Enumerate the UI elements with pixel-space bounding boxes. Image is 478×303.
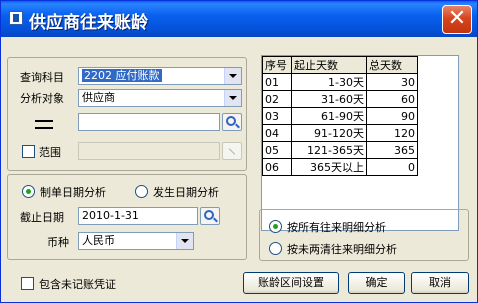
range-checkbox[interactable] <box>22 145 35 158</box>
range-input <box>78 142 220 160</box>
search-icon <box>226 116 236 126</box>
uncleared-detail-label: 按未两清往来明细分析 <box>287 243 397 256</box>
row-seq: 04 <box>262 124 292 142</box>
row-range[interactable]: 1-30天 <box>291 73 367 91</box>
dialog-window: 供应商往来账龄 ✕ 查询科目 2202 应付账款 分析对象 供应商 范围 制单日… <box>0 0 478 303</box>
subject-value: 2202 应付账款 <box>82 69 162 82</box>
row-days[interactable]: 30 <box>366 73 418 91</box>
query-group: 查询科目 2202 应付账款 分析对象 供应商 范围 <box>7 57 247 171</box>
row-seq: 02 <box>262 90 292 108</box>
col-header-days[interactable]: 总天数 <box>366 56 418 74</box>
aging-table: 序号 起止天数 总天数 01 1-30天 30 02 31-60天 60 03 … <box>262 56 418 176</box>
col-header-range[interactable]: 起止天数 <box>291 56 367 74</box>
analysis-group: 制单日期分析 发生日期分析 截止日期 2010-1-31 币种 人民币 <box>7 174 247 260</box>
row-range[interactable]: 61-90天 <box>291 107 367 125</box>
row-days[interactable]: 365 <box>366 141 418 159</box>
row-days[interactable]: 60 <box>366 90 418 108</box>
detail-mode-group: 按所有往来明细分析 按未两清往来明细分析 <box>259 209 469 261</box>
filter-search-button[interactable] <box>222 113 242 131</box>
equals-icon <box>35 120 53 129</box>
doc-date-label: 制单日期分析 <box>40 186 106 199</box>
row-seq: 03 <box>262 107 292 125</box>
row-range[interactable]: 121-365天 <box>291 141 367 159</box>
row-seq: 06 <box>262 158 292 176</box>
table-row[interactable]: 03 61-90天 90 <box>262 107 418 125</box>
row-days[interactable]: 120 <box>366 124 418 142</box>
doc-date-radio[interactable] <box>22 185 35 198</box>
cancel-button[interactable]: 取消 <box>411 272 469 294</box>
currency-select[interactable]: 人民币 <box>78 232 194 250</box>
table-row[interactable]: 06 365天以上 0 <box>262 158 418 176</box>
table-row[interactable]: 01 1-30天 30 <box>262 73 418 91</box>
currency-value: 人民币 <box>82 234 115 247</box>
include-unposted-label: 包含未记账凭证 <box>39 278 116 291</box>
range-label: 范围 <box>39 146 61 159</box>
all-detail-label: 按所有往来明细分析 <box>287 221 386 234</box>
currency-label: 币种 <box>47 236 69 249</box>
table-row[interactable]: 05 121-365天 365 <box>262 141 418 159</box>
window-title: 供应商往来账龄 <box>29 13 148 33</box>
chevron-down-icon[interactable] <box>224 90 241 106</box>
all-detail-radio[interactable] <box>269 220 282 233</box>
table-row[interactable]: 02 31-60天 60 <box>262 90 418 108</box>
title-bar[interactable]: 供应商往来账龄 ✕ <box>1 1 477 37</box>
subject-select[interactable]: 2202 应付账款 <box>78 67 242 85</box>
search-icon <box>204 210 214 220</box>
occur-date-label: 发生日期分析 <box>153 186 219 199</box>
row-range[interactable]: 91-120天 <box>291 124 367 142</box>
cutoff-label: 截止日期 <box>20 211 64 224</box>
arrow-icon <box>227 146 237 156</box>
row-days[interactable]: 0 <box>366 158 418 176</box>
row-range[interactable]: 31-60天 <box>291 90 367 108</box>
range-ref-button <box>222 142 242 160</box>
dialog-body: 查询科目 2202 应付账款 分析对象 供应商 范围 制单日期分析 发生日期分析… <box>4 37 474 299</box>
row-range[interactable]: 365天以上 <box>291 158 367 176</box>
aging-setup-button[interactable]: 账龄区间设置 <box>243 272 339 294</box>
object-select[interactable]: 供应商 <box>78 89 242 107</box>
object-value: 供应商 <box>82 91 115 104</box>
app-icon <box>9 11 23 25</box>
date-picker-button[interactable] <box>200 207 220 225</box>
uncleared-detail-radio[interactable] <box>269 242 282 255</box>
object-label: 分析对象 <box>20 92 64 105</box>
row-seq: 01 <box>262 73 292 91</box>
ok-button[interactable]: 确定 <box>348 272 405 294</box>
occur-date-radio[interactable] <box>135 185 148 198</box>
col-header-seq[interactable]: 序号 <box>262 56 292 74</box>
chevron-down-icon[interactable] <box>176 233 193 249</box>
close-button[interactable]: ✕ <box>442 5 472 34</box>
cutoff-date-input[interactable]: 2010-1-31 <box>78 207 198 225</box>
row-seq: 05 <box>262 141 292 159</box>
filter-input[interactable] <box>78 113 220 131</box>
aging-grid[interactable]: 序号 起止天数 总天数 01 1-30天 30 02 31-60天 60 03 … <box>261 55 459 231</box>
table-row[interactable]: 04 91-120天 120 <box>262 124 418 142</box>
include-unposted-checkbox[interactable] <box>21 277 34 290</box>
subject-label: 查询科目 <box>20 71 64 84</box>
row-days[interactable]: 90 <box>366 107 418 125</box>
chevron-down-icon[interactable] <box>224 68 241 84</box>
